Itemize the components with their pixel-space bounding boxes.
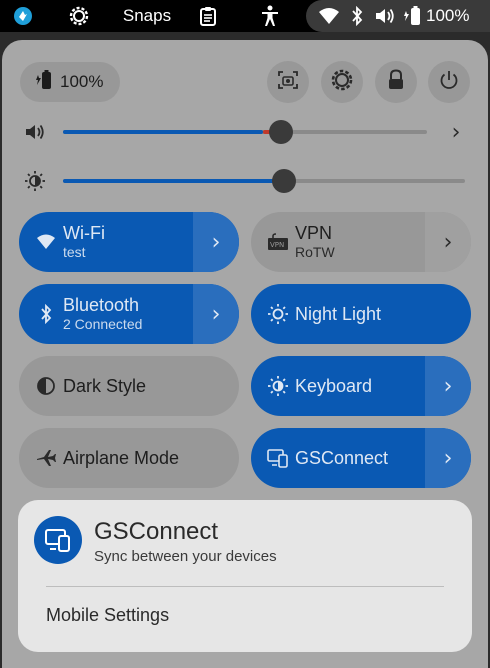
wifi-icon [35,231,57,253]
battery-percentage: 100% [426,6,470,25]
chevron-right-icon: › [211,229,221,255]
svg-text:VPN: VPN [270,241,284,249]
toggle-keyboard[interactable]: Keyboard › [251,356,471,416]
toggle-airplane-mode[interactable]: Airplane Mode [19,428,239,488]
keyboard-menu-arrow[interactable]: › [425,356,471,416]
power-icon [438,69,460,95]
chevron-right-icon: › [211,301,221,327]
mobile-settings-item[interactable]: Mobile Settings [46,605,169,626]
volume-icon [374,6,396,26]
bluetooth-icon [350,6,364,26]
bluetooth-icon [35,303,57,325]
night-light-icon [267,303,289,325]
volume-slider-row: › [20,117,470,147]
toggle-vpn-title: VPN [295,223,333,243]
gsconnect-submenu: GSConnect Sync between your devices Mobi… [18,500,472,652]
devices-icon [34,516,82,564]
ubuntu-software-icon[interactable] [10,0,36,32]
battery-pill-label: 100% [60,72,104,91]
battery-pill[interactable]: 100% [20,62,120,102]
toggle-bluetooth-title: Bluetooth [63,295,140,315]
toggle-night-light[interactable]: Night Light [251,284,471,344]
brightness-slider-row [20,166,470,196]
toggle-night-light-title: Night Light [295,303,382,324]
vpn-menu-arrow[interactable]: › [425,212,471,272]
chevron-right-icon: › [443,373,453,399]
gear-icon[interactable] [66,0,92,32]
lock-button[interactable] [375,61,417,103]
toggle-keyboard-title: Keyboard [295,375,373,396]
vpn-icon: VPN [267,231,289,253]
toggle-airplane-mode-title: Airplane Mode [63,447,180,468]
bluetooth-menu-arrow[interactable]: › [193,284,239,344]
toggle-wifi-title: Wi-Fi [63,223,105,243]
dark-style-icon [35,375,57,397]
brightness-slider-handle[interactable] [272,169,297,193]
snaps-indicator[interactable]: Snaps [116,0,178,32]
lock-icon [386,69,406,95]
volume-fill [63,130,264,134]
settings-button[interactable] [321,61,363,103]
keyboard-brightness-icon [267,375,289,397]
volume-output-chevron[interactable]: › [446,117,466,147]
toggle-wifi-subtitle: test [63,244,86,260]
chevron-right-icon: › [443,229,453,255]
toggle-vpn[interactable]: VPN VPN RoTW › [251,212,471,272]
airplane-icon [35,447,57,469]
submenu-divider [46,586,444,587]
toggle-gsconnect[interactable]: GSConnect › [251,428,471,488]
battery-charging-icon [34,69,52,96]
top-bar: Snaps 100% [0,0,490,32]
gsconnect-menu-arrow[interactable]: › [425,428,471,488]
submenu-title: GSConnect [94,518,219,545]
volume-icon [24,121,46,143]
chevron-right-icon: › [443,445,453,471]
screenshot-icon [277,69,299,95]
toggle-gsconnect-title: GSConnect [295,447,389,468]
brightness-icon [24,170,46,192]
clipboard-icon[interactable] [196,0,220,32]
wifi-icon [318,7,340,25]
toggle-bluetooth-subtitle: 2 Connected [63,316,143,332]
toggle-dark-style[interactable]: Dark Style [19,356,239,416]
devices-icon [267,447,289,469]
screenshot-button[interactable] [267,61,309,103]
battery-charging-icon [402,5,422,27]
toggle-vpn-subtitle: RoTW [295,244,335,260]
toggle-bluetooth[interactable]: Bluetooth 2 Connected › [19,284,239,344]
submenu-subtitle: Sync between your devices [94,548,277,565]
accessibility-icon[interactable] [258,0,282,32]
system-status-area[interactable]: 100% [306,0,490,32]
snaps-label: Snaps [122,6,172,25]
toggle-wifi[interactable]: Wi-Fi test › [19,212,239,272]
toggle-dark-style-title: Dark Style [63,375,147,396]
gear-icon [330,68,354,96]
volume-slider-handle[interactable] [269,120,294,144]
wifi-menu-arrow[interactable]: › [193,212,239,272]
brightness-fill [63,179,285,183]
power-button[interactable] [428,61,470,103]
